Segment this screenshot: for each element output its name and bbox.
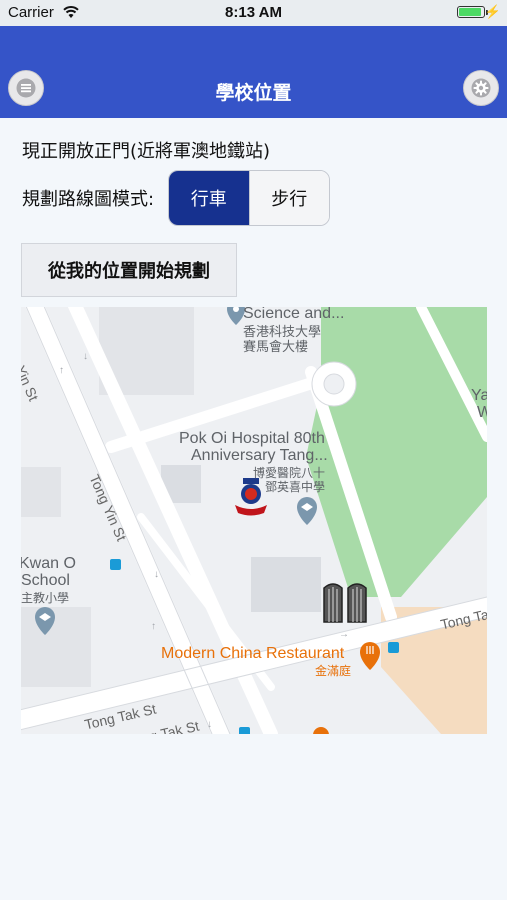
- svg-text:↑: ↑: [151, 621, 156, 632]
- status-time: 8:13 AM: [225, 4, 282, 21]
- page-title: 學校位置: [215, 82, 292, 104]
- bus-stop-icon-2: [388, 642, 399, 653]
- svg-text:↓: ↓: [83, 351, 88, 362]
- place-label: W: [477, 404, 487, 421]
- place-label: Anniversary Tang...: [191, 447, 328, 464]
- gate-status-text: 現正開放正門(近將軍澳地鐵站): [22, 141, 271, 162]
- place-label: 賽馬會大樓: [243, 339, 309, 354]
- plan-route-button[interactable]: 從我的位置開始規劃: [21, 243, 237, 297]
- place-label: 鄧英喜中學: [265, 480, 326, 494]
- place-label: Pok Oi Hospital 80th: [179, 430, 325, 447]
- restaurant-label: 金滿庭: [315, 664, 352, 678]
- gear-icon: [471, 78, 491, 98]
- restaurant-label: Modern China Restaurant: [161, 645, 345, 662]
- place-label: 主教小學: [21, 591, 70, 605]
- svg-text:↓: ↓: [207, 719, 212, 730]
- route-mode-selector[interactable]: 行車 步行: [168, 170, 330, 226]
- place-label: Ya: [471, 387, 487, 404]
- svg-text:↑: ↑: [59, 365, 64, 376]
- charging-icon: ⚡: [484, 4, 501, 19]
- route-mode-label: 規劃路線圖模式:: [22, 189, 155, 210]
- nav-bar: 學校位置: [0, 26, 507, 118]
- settings-button[interactable]: [463, 70, 499, 106]
- mode-option-drive[interactable]: 行車: [169, 171, 249, 225]
- svg-text:↓: ↓: [154, 569, 159, 580]
- mode-option-walk[interactable]: 步行: [248, 171, 329, 225]
- status-bar: Carrier 8:13 AM ⚡: [0, 0, 507, 26]
- place-label: School: [21, 572, 70, 589]
- svg-text:→: →: [339, 629, 349, 640]
- place-label: Kwan O: [21, 555, 76, 572]
- school-map[interactable]: ↓ ↑ ↓ ↑ ↓ → Tong Yin St Tong Tak St Tong…: [21, 307, 487, 734]
- battery-icon: [457, 6, 485, 18]
- bus-stop-icon: [110, 559, 121, 570]
- map-canvas: ↓ ↑ ↓ ↑ ↓ →: [21, 307, 487, 734]
